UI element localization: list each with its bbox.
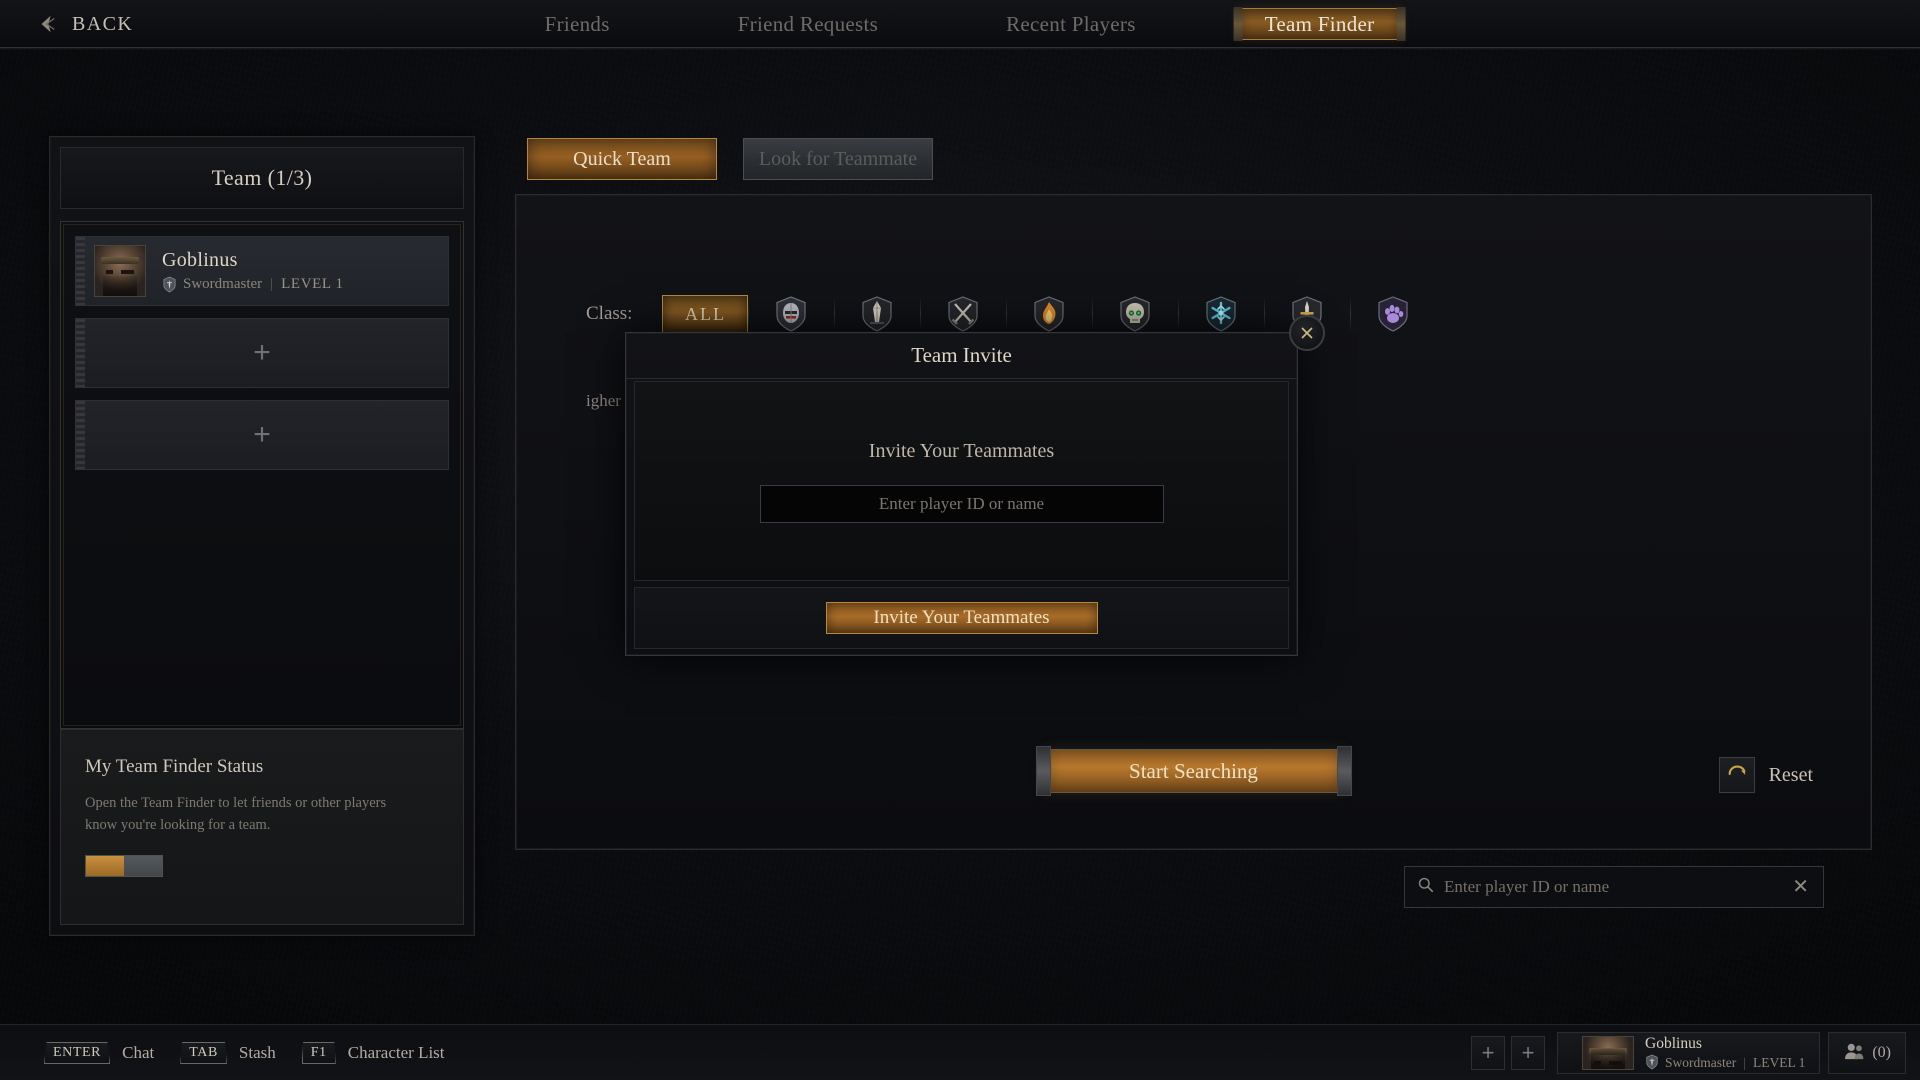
invite-teammates-button[interactable]: Invite Your Teammates xyxy=(825,602,1098,634)
close-modal-button[interactable] xyxy=(1289,315,1325,351)
modal-body-label: Invite Your Teammates xyxy=(868,439,1055,462)
team-invite-modal: Team Invite Invite Your Teammates Invite… xyxy=(625,315,1325,656)
team-finder-screen: BACK Friends Friend Requests Recent Play… xyxy=(0,0,1920,1080)
modal-header: Team Invite xyxy=(626,333,1297,379)
team-invite-modal-overlay: Team Invite Invite Your Teammates Invite… xyxy=(0,0,1920,1080)
modal-footer: Invite Your Teammates xyxy=(634,587,1289,649)
modal-title: Team Invite xyxy=(911,343,1012,367)
modal-body: Invite Your Teammates xyxy=(634,381,1289,581)
invite-player-input[interactable] xyxy=(759,484,1164,523)
invite-teammates-label: Invite Your Teammates xyxy=(873,607,1050,628)
